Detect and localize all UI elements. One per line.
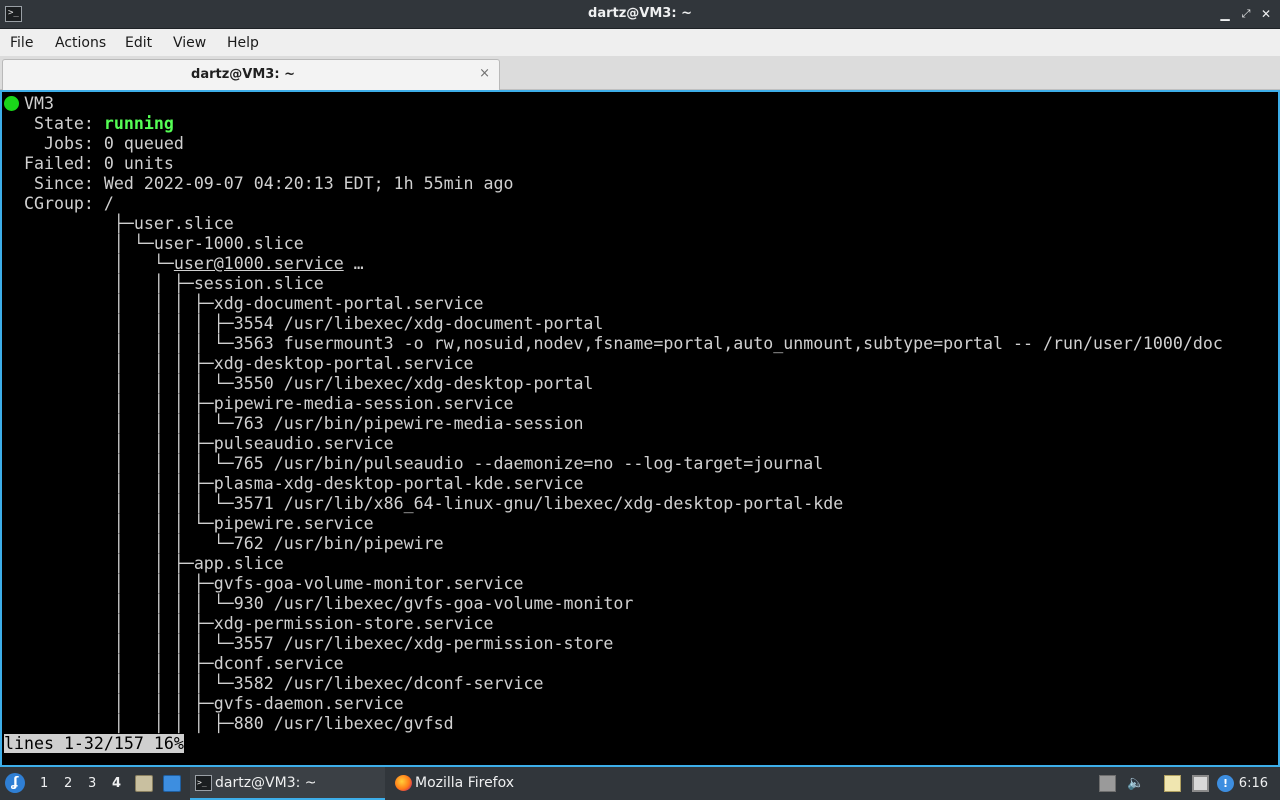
tree-line: │ └─user-1000.slice: [4, 234, 304, 253]
clipboard-icon[interactable]: [1164, 775, 1181, 792]
workspace-3[interactable]: 3: [88, 776, 96, 791]
firefox-icon: [395, 775, 412, 791]
terminal-area[interactable]: VM3 State: running Jobs: 0 queued Failed…: [0, 90, 1280, 767]
tree-line: │ │ ├─app.slice: [4, 554, 284, 573]
workspace-2[interactable]: 2: [64, 776, 72, 791]
tree-line: │ │ │ │ └─763 /usr/bin/pipewire-media-se…: [4, 414, 584, 433]
lubuntu-start-icon[interactable]: ʆ: [5, 773, 25, 793]
task-firefox[interactable]: Mozilla Firefox: [390, 767, 585, 800]
tree-line: │ │ │ ├─plasma-xdg-desktop-portal-kde.se…: [4, 474, 584, 493]
display-icon[interactable]: [1192, 775, 1209, 792]
tree-line: │ │ │ ├─xdg-permission-store.service: [4, 614, 494, 633]
tree-line: │ │ │ │ └─3550 /usr/libexec/xdg-desktop-…: [4, 374, 594, 393]
task-label: Mozilla Firefox: [415, 775, 515, 791]
task-label: dartz@VM3: ~: [215, 775, 317, 791]
tab-label: dartz@VM3: ~: [191, 67, 295, 82]
failed-line: Failed: 0 units: [4, 154, 174, 173]
tree-line: │ │ │ │ └─3563 fusermount3 -o rw,nosuid,…: [4, 334, 1223, 353]
tree-line: │ │ │ │ └─3557 /usr/libexec/xdg-permissi…: [4, 634, 614, 653]
tree-prefix: │ └─: [4, 254, 174, 273]
tree-ellipsis: …: [343, 254, 364, 273]
menu-help[interactable]: Help: [227, 35, 259, 51]
user-service-link[interactable]: user@1000.service: [174, 254, 344, 273]
tree-line: │ │ │ └─762 /usr/bin/pipewire: [4, 534, 444, 553]
menu-view[interactable]: View: [173, 35, 206, 51]
tree-line: │ │ │ ├─xdg-document-portal.service: [4, 294, 484, 313]
tree-line: │ │ │ │ └─765 /usr/bin/pulseaudio --daem…: [4, 454, 824, 473]
tree-line: │ │ │ ├─dconf.service: [4, 654, 344, 673]
update-notifier-icon[interactable]: !: [1217, 775, 1234, 792]
tree-line: │ │ │ ├─gvfs-daemon.service: [4, 694, 404, 713]
cgroup-line: CGroup: /: [4, 194, 114, 213]
tree-line: │ │ │ ├─pulseaudio.service: [4, 434, 394, 453]
clock[interactable]: 6:16: [1239, 776, 1268, 791]
pager-status: lines 1-32/157 16%: [4, 734, 184, 753]
terminal-tab[interactable]: dartz@VM3: ~ ×: [2, 59, 500, 90]
close-icon[interactable]: ✕: [1257, 5, 1275, 23]
state-line: State: running: [4, 114, 1223, 134]
tree-line: │ │ │ │ ├─880 /usr/libexec/gvfsd: [4, 714, 454, 733]
menu-actions[interactable]: Actions: [55, 35, 106, 51]
maximize-icon[interactable]: ⤢: [1237, 5, 1255, 23]
show-desktop-icon[interactable]: [163, 775, 181, 792]
workspace-4[interactable]: 4: [112, 776, 121, 791]
volume-icon[interactable]: 🔈: [1127, 775, 1144, 792]
tree-line: │ │ │ │ └─3571 /usr/lib/x86_64-linux-gnu…: [4, 494, 844, 513]
window-titlebar: >_ dartz@VM3: ~ ▁ ⤢ ✕: [0, 0, 1280, 29]
menu-file[interactable]: File: [10, 35, 33, 51]
user-service-line: │ └─user@1000.service …: [4, 254, 1223, 274]
workspace-1[interactable]: 1: [40, 776, 48, 791]
minimize-icon[interactable]: ▁: [1216, 5, 1234, 23]
tree-line: │ │ │ ├─pipewire-media-session.service: [4, 394, 514, 413]
tree-line: │ │ │ ├─gvfs-goa-volume-monitor.service: [4, 574, 524, 593]
menu-bar: File Actions Edit View Help: [0, 29, 1280, 56]
tree-line: │ │ │ │ └─930 /usr/libexec/gvfs-goa-volu…: [4, 594, 634, 613]
window-title: dartz@VM3: ~: [588, 6, 692, 21]
status-dot-icon: [4, 96, 19, 111]
tree-line: │ │ ├─session.slice: [4, 274, 324, 293]
file-manager-icon[interactable]: [135, 775, 153, 792]
jobs-line: Jobs: 0 queued: [4, 134, 184, 153]
terminal-icon: >_: [195, 775, 212, 791]
tab-close-icon[interactable]: ×: [479, 66, 490, 81]
task-terminal[interactable]: >_ dartz@VM3: ~: [190, 767, 385, 800]
unit-header-line: VM3: [4, 94, 1223, 114]
menu-edit[interactable]: Edit: [125, 35, 152, 51]
tree-line: ├─user.slice: [4, 214, 234, 233]
tree-line: │ │ │ ├─xdg-desktop-portal.service: [4, 354, 474, 373]
since-line: Since: Wed 2022-09-07 04:20:13 EDT; 1h 5…: [4, 174, 514, 193]
tab-bar: dartz@VM3: ~ ×: [0, 56, 1280, 90]
tree-line: │ │ │ │ └─3582 /usr/libexec/dconf-servic…: [4, 674, 544, 693]
state-label: State:: [4, 114, 104, 133]
pager-status-line: lines 1-32/157 16%: [4, 734, 1223, 754]
tree-line: │ │ │ └─pipewire.service: [4, 514, 374, 533]
taskbar: ʆ 1 2 3 4 >_ dartz@VM3: ~ Mozilla Firefo…: [0, 767, 1280, 800]
host-name: VM3: [24, 94, 54, 113]
disk-icon[interactable]: [1099, 775, 1116, 792]
state-value: running: [103, 114, 174, 133]
tree-line: │ │ │ │ ├─3554 /usr/libexec/xdg-document…: [4, 314, 604, 333]
